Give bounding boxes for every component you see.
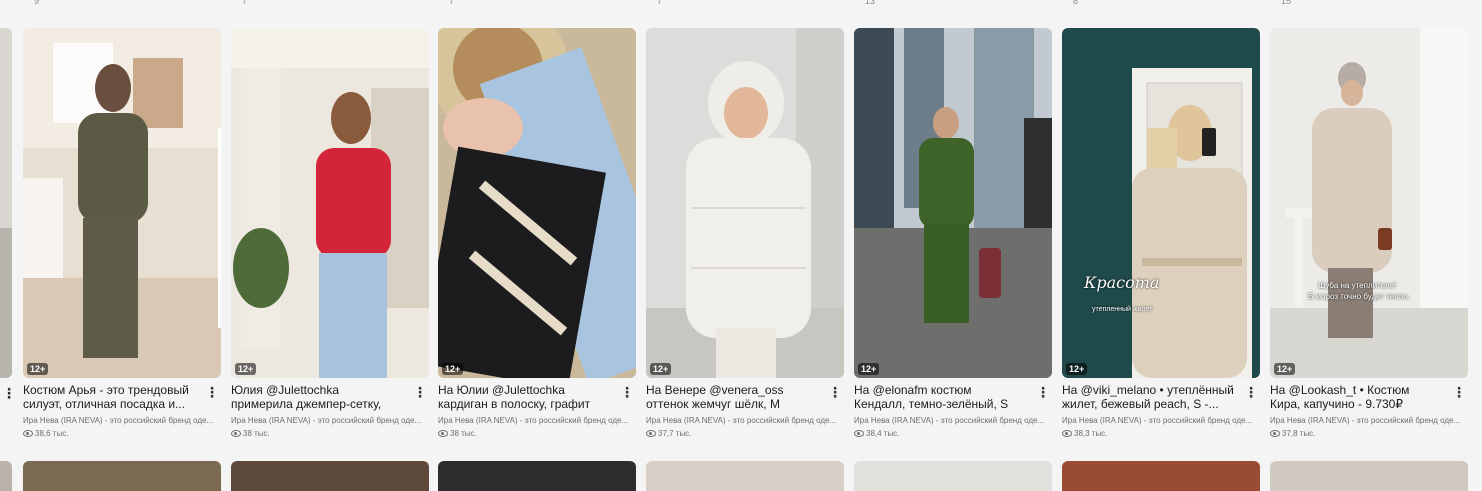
views-count: 37,7 тыс.	[646, 429, 691, 438]
views-value: 37,7 тыс.	[658, 429, 692, 438]
views-count: 38,6 тыс.	[23, 429, 68, 438]
video-title[interactable]: На @Lookash_t • Костюм Кира, капучино - …	[1270, 383, 1442, 411]
video-thumbnail[interactable]	[23, 461, 221, 491]
age-rating-badge: 12+	[235, 363, 257, 375]
video-thumbnail[interactable]: Шуба на утеплителе! В мороз точно будет …	[1270, 28, 1468, 378]
video-thumbnail[interactable]	[646, 461, 844, 491]
views-value: 38,4 тыс.	[866, 429, 900, 438]
channel-name[interactable]: Ира Нева (IRA NEVA) - это российский бре…	[646, 416, 844, 425]
video-title[interactable]: На Юлии @Julettochka кардиган в полоску,…	[438, 383, 610, 411]
age-rating-badge: 12+	[27, 363, 49, 375]
eye-icon	[1270, 430, 1280, 438]
video-card[interactable]: Шуба на утеплителе! В мороз точно будет …	[1270, 28, 1468, 438]
video-card[interactable]: 12+ На @elonafm костюм Кендалл, темно-зе…	[854, 28, 1052, 438]
video-thumbnail[interactable]	[1270, 461, 1468, 491]
video-thumbnail[interactable]	[1062, 461, 1260, 491]
view-count: 7	[449, 0, 455, 6]
eye-icon	[438, 430, 448, 438]
video-overlay-text: Шуба на утеплителе!	[1318, 281, 1397, 290]
views-value: 38 тыс.	[243, 429, 270, 438]
eye-icon	[646, 430, 656, 438]
channel-name[interactable]: Ира Нева (IRA NEVA) - это российский бре…	[23, 416, 221, 425]
video-title[interactable]: Юлия @Julettochka примерила джемпер-сетк…	[231, 383, 403, 411]
video-overlay-text: Красота	[1084, 273, 1160, 292]
age-rating-badge: 12+	[1274, 363, 1296, 375]
views-value: 38 тыс.	[450, 429, 477, 438]
video-overlay-subtext: утепленный жилет	[1092, 306, 1153, 313]
views-count: 37,8 тыс.	[1270, 429, 1315, 438]
view-count: 15	[1281, 0, 1292, 6]
video-card[interactable]: 12+ Костюм Арья - это трендовый силуэт, …	[23, 28, 221, 438]
video-title[interactable]: На @elonafm костюм Кендалл, темно-зелёны…	[854, 383, 1026, 411]
video-thumbnail[interactable]: 12+	[438, 28, 636, 378]
more-menu-icon[interactable]: ⋮	[1036, 385, 1050, 401]
more-menu-icon[interactable]: ⋮	[2, 385, 16, 402]
eye-icon	[23, 430, 33, 438]
more-menu-icon[interactable]: ⋮	[413, 385, 427, 401]
more-menu-icon[interactable]: ⋮	[205, 385, 219, 401]
views-value: 37,8 тыс.	[1282, 429, 1316, 438]
video-overlay-subtext: В мороз точно будет тепло.	[1308, 292, 1410, 301]
views-count: 38 тыс.	[438, 429, 477, 438]
video-title[interactable]: На @viki_melano • утеплённый жилет, беже…	[1062, 383, 1234, 411]
video-thumbnail[interactable]: 12+	[231, 28, 429, 378]
video-title[interactable]: Костюм Арья - это трендовый силуэт, отли…	[23, 383, 195, 411]
partial-video-thumbnail[interactable]	[0, 28, 12, 378]
channel-name[interactable]: Ира Нева (IRA NEVA) - это российский бре…	[854, 416, 1052, 425]
video-thumbnail[interactable]	[231, 461, 429, 491]
view-count: 7	[657, 0, 663, 6]
eye-icon	[1062, 430, 1072, 438]
view-count: 13	[865, 0, 876, 6]
views-count: 38 тыс.	[231, 429, 270, 438]
video-card[interactable]: 12+ На Венере @venera_oss оттенок жемчуг…	[646, 28, 844, 438]
more-menu-icon[interactable]: ⋮	[620, 385, 634, 401]
eye-icon	[854, 430, 864, 438]
view-count: 9	[34, 0, 40, 6]
age-rating-badge: 12+	[442, 363, 464, 375]
more-menu-icon[interactable]: ⋮	[1452, 385, 1466, 401]
channel-name[interactable]: Ира Нева (IRA NEVA) - это российский бре…	[1062, 416, 1260, 425]
views-value: 38,3 тыс.	[1074, 429, 1108, 438]
partial-video-thumbnail[interactable]	[0, 461, 12, 491]
more-menu-icon[interactable]: ⋮	[828, 385, 842, 401]
age-rating-badge: 12+	[650, 363, 672, 375]
video-card[interactable]: Красота утепленный жилет 12+ На @viki_me…	[1062, 28, 1260, 438]
eye-icon	[231, 430, 241, 438]
video-thumbnail[interactable]: 12+	[854, 28, 1052, 378]
view-count: 8	[1073, 0, 1079, 6]
views-count: 38,3 тыс.	[1062, 429, 1107, 438]
video-thumbnail[interactable]	[854, 461, 1052, 491]
previous-row-counts: 9 7 7 7 13 8 15	[0, 0, 1482, 6]
view-count: 7	[242, 0, 248, 6]
video-thumbnail[interactable]: Красота утепленный жилет 12+	[1062, 28, 1260, 378]
video-card[interactable]: 12+ Юлия @Julettochka примерила джемпер-…	[231, 28, 429, 438]
views-count: 38,4 тыс.	[854, 429, 899, 438]
age-rating-badge: 12+	[1066, 363, 1088, 375]
views-value: 38,6 тыс.	[35, 429, 69, 438]
video-thumbnail[interactable]: 12+	[23, 28, 221, 378]
video-thumbnail[interactable]: 12+	[646, 28, 844, 378]
channel-name[interactable]: Ира Нева (IRA NEVA) - это российский бре…	[1270, 416, 1468, 425]
video-title[interactable]: На Венере @venera_oss оттенок жемчуг шёл…	[646, 383, 818, 411]
channel-name[interactable]: Ира Нева (IRA NEVA) - это российский бре…	[438, 416, 636, 425]
video-thumbnail[interactable]	[438, 461, 636, 491]
more-menu-icon[interactable]: ⋮	[1244, 385, 1258, 401]
age-rating-badge: 12+	[858, 363, 880, 375]
video-card[interactable]: 12+ На Юлии @Julettochka кардиган в поло…	[438, 28, 636, 438]
channel-name[interactable]: Ира Нева (IRA NEVA) - это российский бре…	[231, 416, 429, 425]
